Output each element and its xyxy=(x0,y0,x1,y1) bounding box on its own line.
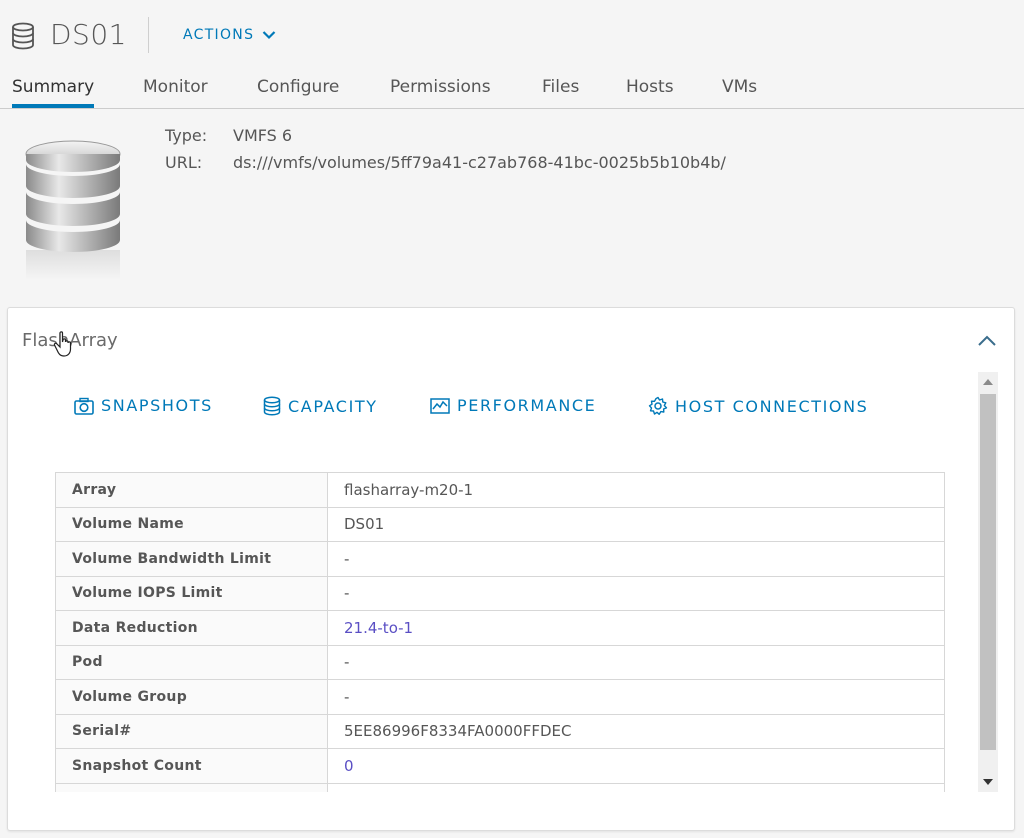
tab-monitor[interactable]: Monitor xyxy=(143,77,208,108)
table-row xyxy=(55,783,945,792)
table-row: Volume Bandwidth Limit - xyxy=(55,541,945,577)
row-key: Volume IOPS Limit xyxy=(55,576,328,611)
scroll-down-button[interactable] xyxy=(978,772,998,792)
row-key: Array xyxy=(55,472,328,508)
url-row: URL: ds:///vmfs/volumes/5ff79a41-c27ab76… xyxy=(165,153,726,180)
row-value: 5EE86996F8334FA0000FFDEC xyxy=(327,714,945,749)
row-key: Volume Bandwidth Limit xyxy=(55,541,328,577)
row-value: - xyxy=(327,679,945,715)
table-row: Array flasharray-m20-1 xyxy=(55,472,945,508)
snapshots-button[interactable]: SNAPSHOTS xyxy=(74,396,213,415)
row-value: - xyxy=(327,576,945,611)
tab-summary[interactable]: Summary xyxy=(12,77,95,108)
tab-configure[interactable]: Configure xyxy=(257,77,339,108)
type-row: Type: VMFS 6 xyxy=(165,126,726,153)
card-scrollbar[interactable] xyxy=(978,372,998,792)
table-row: Data Reduction 21.4-to-1 xyxy=(55,610,945,646)
scroll-up-arrow-icon xyxy=(983,379,993,385)
flasharray-card: FlashArray SNAPSHOTS CAPACITY PERFORMANC… xyxy=(7,307,1015,831)
object-header: DS01 ACTIONS xyxy=(0,0,1024,72)
scrollbar-thumb[interactable] xyxy=(980,394,996,750)
row-value: flasharray-m20-1 xyxy=(327,472,945,508)
tab-vms[interactable]: VMs xyxy=(722,77,757,108)
tab-permissions[interactable]: Permissions xyxy=(390,77,491,108)
tab-hosts[interactable]: Hosts xyxy=(626,77,674,108)
capacity-label: CAPACITY xyxy=(288,396,378,416)
row-key: Volume Group xyxy=(55,679,328,715)
properties-table-container: Array flasharray-m20-1 Volume Name DS01 … xyxy=(55,472,945,792)
tab-files[interactable]: Files xyxy=(542,77,579,108)
performance-label: PERFORMANCE xyxy=(457,396,597,415)
chevron-up-icon[interactable] xyxy=(976,333,998,349)
database-icon xyxy=(263,396,281,416)
datastore-properties: Type: VMFS 6 URL: ds:///vmfs/volumes/5ff… xyxy=(165,126,726,180)
row-key: Serial# xyxy=(55,714,328,749)
row-value: - xyxy=(327,541,945,577)
host-connections-button[interactable]: HOST CONNECTIONS xyxy=(648,396,868,416)
snapshots-label: SNAPSHOTS xyxy=(101,396,213,415)
table-row: Serial# 5EE86996F8334FA0000FFDEC xyxy=(55,714,945,749)
camera-icon xyxy=(74,397,94,415)
gear-icon xyxy=(648,396,668,415)
performance-button[interactable]: PERFORMANCE xyxy=(430,396,596,415)
actions-label: ACTIONS xyxy=(183,27,255,43)
scroll-down-arrow-icon xyxy=(983,779,993,785)
row-value: - xyxy=(327,645,945,680)
row-key: Pod xyxy=(55,645,328,680)
url-label: URL: xyxy=(165,153,203,172)
row-key: Data Reduction xyxy=(55,610,328,646)
capacity-button[interactable]: CAPACITY xyxy=(263,396,378,416)
table-row: Volume IOPS Limit - xyxy=(55,576,945,611)
page-title: DS01 xyxy=(50,18,127,51)
tab-bar: Summary Monitor Configure Permissions Fi… xyxy=(0,72,1024,109)
datastore-large-icon xyxy=(25,140,121,280)
snapshot-count-link[interactable]: 0 xyxy=(327,748,945,784)
row-key: Snapshot Count xyxy=(55,748,328,784)
table-row: Volume Group - xyxy=(55,679,945,715)
url-value: ds:///vmfs/volumes/5ff79a41-c27ab768-41b… xyxy=(233,153,726,172)
chevron-down-icon xyxy=(263,31,276,40)
scroll-up-button[interactable] xyxy=(978,372,998,392)
type-value: VMFS 6 xyxy=(233,126,293,145)
table-row: Volume Name DS01 xyxy=(55,507,945,542)
hand-cursor-icon xyxy=(53,331,72,357)
row-key: Volume Name xyxy=(55,507,328,542)
flasharray-properties-table: Array flasharray-m20-1 Volume Name DS01 … xyxy=(55,472,945,792)
type-label: Type: xyxy=(165,126,208,145)
row-value: DS01 xyxy=(327,507,945,542)
header-divider xyxy=(148,17,149,53)
table-row: Snapshot Count 0 xyxy=(55,748,945,784)
row-key xyxy=(55,783,328,792)
table-row: Pod - xyxy=(55,645,945,680)
line-chart-icon xyxy=(430,397,450,414)
actions-menu-button[interactable]: ACTIONS xyxy=(183,27,276,43)
host-connections-label: HOST CONNECTIONS xyxy=(675,396,869,416)
data-reduction-link[interactable]: 21.4-to-1 xyxy=(327,610,945,646)
row-value xyxy=(327,783,945,792)
datastore-icon xyxy=(12,22,34,50)
